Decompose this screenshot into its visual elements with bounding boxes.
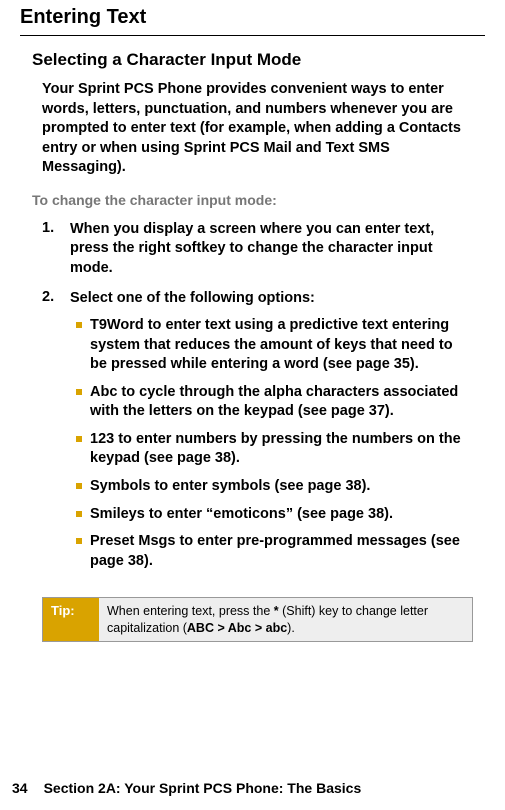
step-number: 1. (42, 220, 60, 279)
option-item: Symbols to enter symbols (see page 38). (76, 477, 473, 497)
bullet-icon (76, 538, 82, 544)
option-bold: Symbols (90, 478, 150, 494)
tip-label: Tip: (43, 598, 99, 641)
tip-seq: ABC > Abc > abc (187, 621, 287, 635)
title-rule (20, 35, 485, 36)
option-item: Preset Msgs to enter pre-programmed mess… (76, 532, 473, 571)
step-number: 2. (42, 289, 60, 580)
page: Entering Text Selecting a Character Inpu… (0, 0, 505, 810)
option-text: 123 to enter numbers by pressing the num… (90, 430, 473, 469)
option-text: T9Word to enter text using a predictive … (90, 316, 473, 375)
intro-paragraph: Your Sprint PCS Phone provides convenien… (42, 80, 473, 178)
option-rest: to cycle through the alpha characters as… (90, 384, 458, 420)
bullet-icon (76, 436, 82, 442)
option-text: Symbols to enter symbols (see page 38). (90, 477, 473, 497)
option-rest: to enter “emoticons” (see page 38). (145, 506, 393, 522)
option-item: Abc to cycle through the alpha character… (76, 383, 473, 422)
procedure-lead: To change the character input mode: (32, 192, 477, 208)
option-rest: to enter text using a predictive text en… (90, 317, 453, 372)
bullet-icon (76, 511, 82, 517)
option-text: Smileys to enter “emoticons” (see page 3… (90, 505, 473, 525)
option-bold: Preset Msgs (90, 533, 175, 549)
option-text: Abc to cycle through the alpha character… (90, 383, 473, 422)
step-text: Select one of the following options: T9W… (70, 289, 473, 580)
option-bold: T9Word (90, 317, 144, 333)
tip-pre: When entering text, press the (107, 604, 274, 618)
step-item: 2. Select one of the following options: … (42, 289, 473, 580)
section-heading: Selecting a Character Input Mode (32, 50, 477, 70)
bullet-icon (76, 389, 82, 395)
step-text-inner: Select one of the following options: (70, 290, 315, 306)
page-footer: 34 Section 2A: Your Sprint PCS Phone: Th… (12, 780, 361, 796)
step-list: 1. When you display a screen where you c… (42, 220, 473, 579)
option-bold: 123 (90, 431, 114, 447)
page-title: Entering Text (20, 6, 477, 29)
option-rest: to enter numbers by pressing the numbers… (90, 431, 461, 467)
option-text: Preset Msgs to enter pre-programmed mess… (90, 532, 473, 571)
step-text: When you display a screen where you can … (70, 220, 473, 279)
bullet-icon (76, 322, 82, 328)
tip-post: ). (287, 621, 295, 635)
step-item: 1. When you display a screen where you c… (42, 220, 473, 279)
tip-box: Tip: When entering text, press the * (Sh… (42, 597, 473, 642)
bullet-icon (76, 483, 82, 489)
option-list: T9Word to enter text using a predictive … (76, 316, 473, 571)
page-number: 34 (12, 780, 28, 796)
option-rest: to enter symbols (see page 38). (150, 478, 370, 494)
option-item: T9Word to enter text using a predictive … (76, 316, 473, 375)
option-item: Smileys to enter “emoticons” (see page 3… (76, 505, 473, 525)
option-item: 123 to enter numbers by pressing the num… (76, 430, 473, 469)
option-bold: Abc (90, 384, 117, 400)
running-head: Section 2A: Your Sprint PCS Phone: The B… (44, 780, 362, 796)
option-bold: Smileys (90, 506, 145, 522)
tip-body: When entering text, press the * (Shift) … (99, 598, 472, 641)
